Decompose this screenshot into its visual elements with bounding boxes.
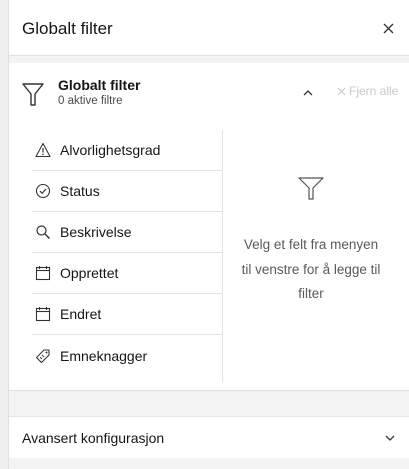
advanced-configuration-label: Avansert konfigurasjon: [22, 430, 165, 446]
warning-icon: [34, 141, 52, 159]
tag-icon: [34, 347, 52, 365]
field-label: Opprettet: [60, 265, 119, 281]
field-item-emneknagger[interactable]: Emneknagger: [32, 335, 222, 376]
field-item-status[interactable]: Status: [32, 171, 222, 212]
filter-card: Globalt filter 0 aktive filtre Fjern all…: [9, 63, 409, 391]
chevron-up-icon: [303, 89, 313, 95]
filter-funnel-icon: [298, 177, 324, 200]
column-divider: [222, 130, 223, 383]
close-icon: [383, 23, 393, 33]
field-item-opprettet[interactable]: Opprettet: [32, 253, 222, 294]
filter-title: Globalt filter: [58, 77, 141, 93]
global-filter-panel: Globalt filter Globalt filter 0 aktive f…: [8, 0, 409, 469]
search-icon: [34, 223, 52, 241]
clear-all-button[interactable]: Fjern alle: [337, 84, 398, 98]
chevron-down-icon: [383, 431, 397, 445]
panel-header: Globalt filter: [9, 0, 409, 56]
field-label: Beskrivelse: [60, 224, 132, 240]
field-item-endret[interactable]: Endret: [32, 294, 222, 335]
active-filter-count: 0 aktive filtre: [58, 95, 123, 107]
check-circle-icon: [34, 182, 52, 200]
field-list: Alvorlighetsgrad Status Beskrivelse Oppr…: [32, 130, 222, 376]
calendar-icon: [34, 264, 52, 282]
field-label: Alvorlighetsgrad: [60, 142, 161, 158]
empty-state-message: Velg et felt fra menyen til venstre for …: [241, 237, 381, 301]
clear-icon: [337, 87, 346, 95]
panel-title: Globalt filter: [22, 19, 113, 38]
collapse-button[interactable]: [298, 83, 318, 101]
field-label: Emneknagger: [60, 347, 148, 364]
advanced-configuration-toggle[interactable]: Avansert konfigurasjon: [9, 416, 409, 458]
field-item-beskrivelse[interactable]: Beskrivelse: [32, 212, 222, 253]
calendar-icon: [34, 305, 52, 323]
field-item-alvorlighetsgrad[interactable]: Alvorlighetsgrad: [32, 130, 222, 171]
field-label: Endret: [60, 306, 102, 322]
clear-all-label: Fjern alle: [349, 84, 399, 98]
close-button[interactable]: [378, 18, 398, 38]
field-label: Status: [60, 183, 100, 199]
filter-funnel-icon: [22, 83, 44, 106]
